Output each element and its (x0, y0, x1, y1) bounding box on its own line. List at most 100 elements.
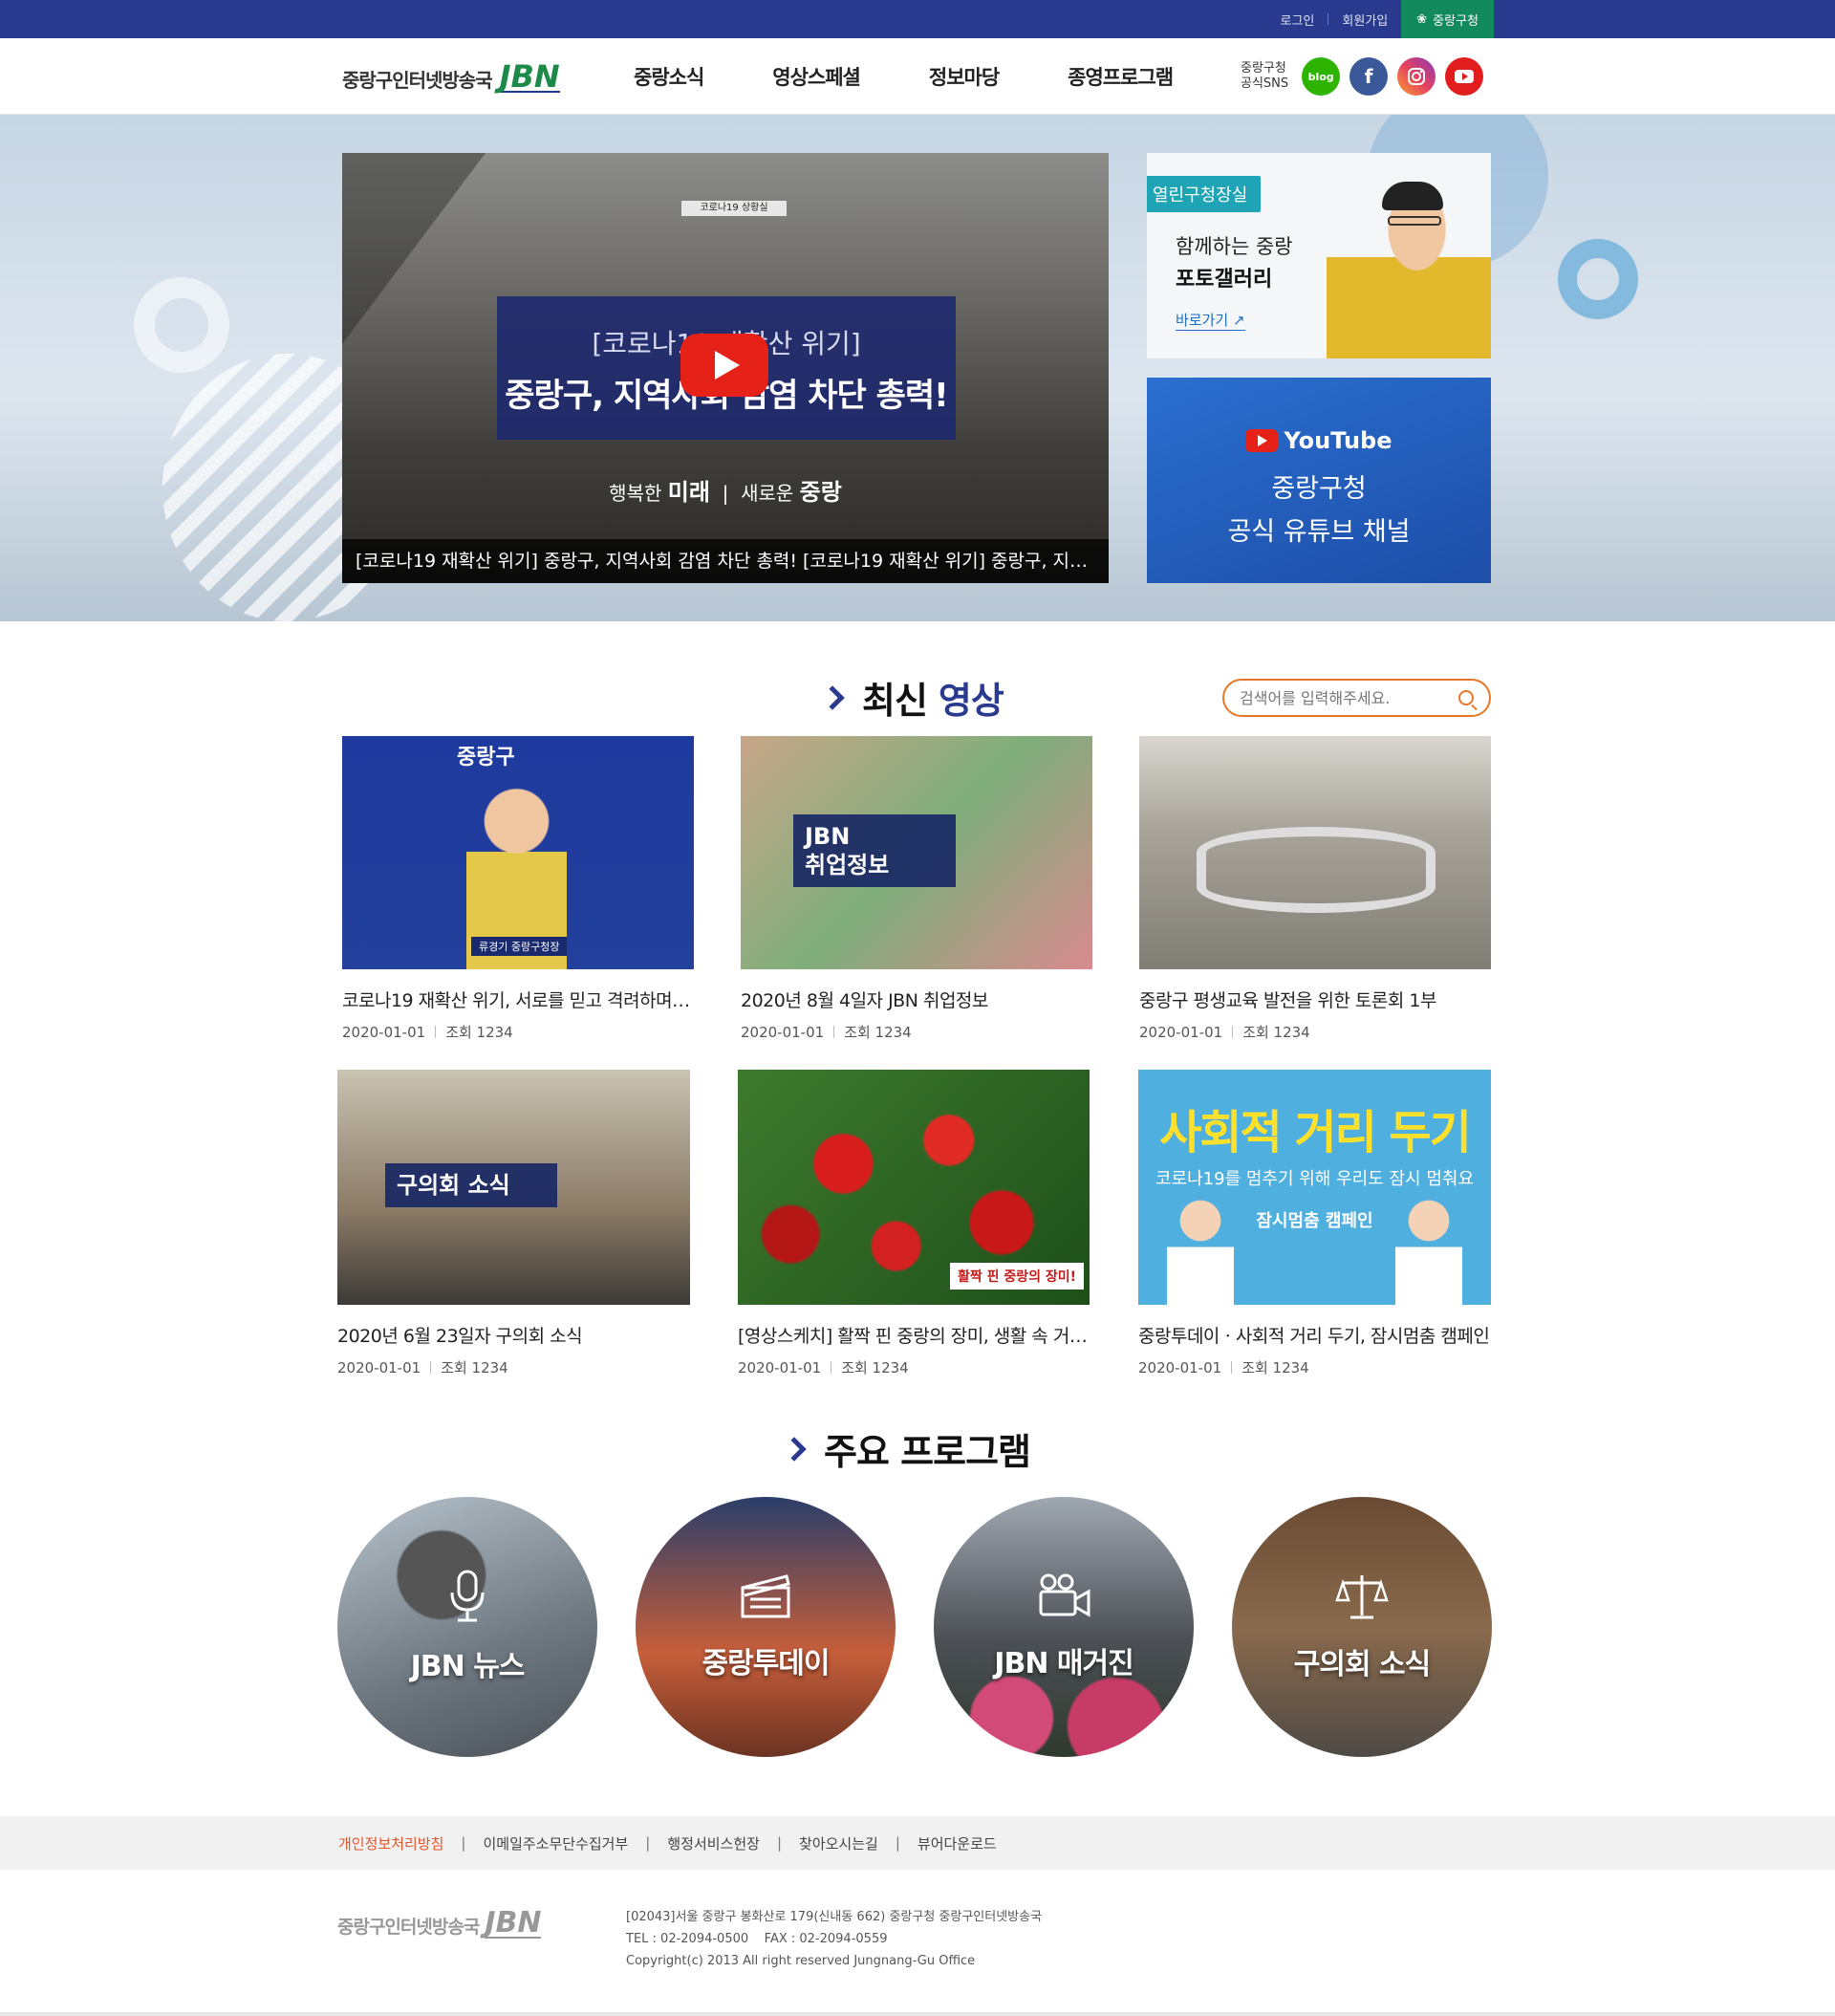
latest-videos-title: 최신 영상 (820, 671, 1004, 724)
thumbnail-overlay: JBN 취업정보 (793, 814, 956, 887)
gallery-line2: 포토갤러리 (1176, 268, 1273, 292)
video-views: 조회 1234 (844, 1024, 912, 1041)
join-link[interactable]: 회원가입 (1342, 11, 1388, 29)
chevron-right-icon (782, 1436, 807, 1462)
email-refusal-link[interactable]: 이메일주소무단수집거부 (483, 1833, 628, 1853)
youtube-wordmark: YouTube (1284, 427, 1392, 454)
facebook-icon[interactable]: f (1349, 57, 1389, 96)
youtube-banner-line2: 공식 유튜브 채널 (1227, 517, 1411, 547)
directions-link[interactable]: 찾아오시는길 (799, 1833, 878, 1853)
sns-links: 중랑구청 공식SNS blog f (1241, 57, 1493, 96)
program-council-news[interactable]: 구의회 소식 (1232, 1497, 1492, 1757)
video-card[interactable]: 중랑구 평생교육 발전을 위한 토론회 1부 2020-01-01 조회 1234 (1139, 736, 1491, 1042)
search-box (1222, 679, 1491, 717)
sns-label-line1: 중랑구청 (1241, 61, 1286, 76)
program-jungnang-today[interactable]: 중랑투데이 (636, 1497, 896, 1757)
photo-detail (1388, 216, 1441, 226)
gallery-go-label: 바로가기 (1176, 312, 1229, 329)
thumbnail-headline: 사회적 거리 두기 (1159, 1106, 1472, 1160)
video-views: 조회 1234 (1241, 1359, 1309, 1377)
search-input[interactable] (1240, 688, 1458, 707)
youtube-channel-banner[interactable]: YouTube 중랑구청 공식 유튜브 채널 (1147, 378, 1491, 583)
thumbnail-subtext: 코로나19를 멈추기 위해 우리도 잠시 멈춰요 (1155, 1169, 1475, 1189)
video-card[interactable]: 활짝 핀 중랑의 장미! [영상스케치] 활짝 핀 중랑의 장미, 생활 속 거… (738, 1070, 1090, 1377)
footer-copyright: Copyright(c) 2013 All right reserved Jun… (626, 1954, 976, 1968)
divider: | (776, 1834, 783, 1852)
program-jbn-magazine[interactable]: JBN 매거진 (934, 1497, 1194, 1757)
video-card-title: 코로나19 재확산 위기, 서로를 믿고 격려하며 이겨냅시다 (342, 990, 694, 1011)
video-card-title: 중랑투데이ㆍ사회적 거리 두기, 잠시멈춤 캠페인 (1138, 1326, 1490, 1347)
video-card-meta: 2020-01-01 조회 1234 (1138, 1357, 1491, 1377)
decor-ring (1558, 239, 1638, 319)
video-slogan: 행복한 미래 | 새로운 중랑 (609, 479, 842, 506)
program-jbn-news[interactable]: JBN 뉴스 (337, 1497, 597, 1757)
divider (435, 1026, 437, 1038)
slogan-word: 새로운 (741, 482, 794, 505)
gallery-tag: 열린구청장실 (1147, 176, 1262, 212)
sns-label: 중랑구청 공식SNS (1241, 61, 1288, 92)
mayor-photo (1327, 174, 1491, 358)
service-charter-link[interactable]: 행정서비스헌장 (667, 1833, 760, 1853)
program-label: JBN 뉴스 (410, 1650, 526, 1683)
video-card-title: 중랑구 평생교육 발전을 위한 토론회 1부 (1139, 990, 1436, 1011)
video-card-meta: 2020-01-01 조회 1234 (738, 1357, 1090, 1377)
nav-video-special[interactable]: 영상스페셜 (772, 62, 861, 91)
program-label: 구의회 소식 (1293, 1648, 1431, 1681)
featured-video-player[interactable]: 코로나19 상황실 [코로나19 재확산 위기] 중랑구, 지역사회 감염 차단… (342, 153, 1109, 583)
video-card[interactable]: 중랑구 류경기 중랑구청장 코로나19 재확산 위기, 서로를 믿고 격려하며 … (342, 736, 694, 1042)
video-card[interactable]: 사회적 거리 두기 코로나19를 멈추기 위해 우리도 잠시 멈춰요 잠시멈춤 … (1138, 1070, 1491, 1377)
video-views: 조회 1234 (841, 1359, 909, 1377)
slogan-word: 중랑 (799, 479, 842, 506)
play-button-icon[interactable] (680, 334, 768, 397)
video-title: [코로나19 재확산 위기] 중랑구, 지역사회 감염 차단 총력! [코로나1… (342, 539, 1109, 583)
section-title-text: 최신 (862, 680, 928, 722)
video-thumbnail: 사회적 거리 두기 코로나19를 멈추기 위해 우리도 잠시 멈춰요 잠시멈춤 … (1138, 1070, 1491, 1305)
nav-ended-programs[interactable]: 종영프로그램 (1068, 62, 1174, 91)
footer-logo-mark: JBN (485, 1906, 542, 1940)
video-card[interactable]: 구의회 소식 2020년 6월 23일자 구의회 소식 2020-01-01 조회… (337, 1070, 690, 1377)
thumbnail-sticker: 활짝 핀 중랑의 장미! (949, 1263, 1084, 1290)
video-thumbnail: 중랑구 류경기 중랑구청장 (342, 736, 694, 969)
video-card-meta: 2020-01-01 조회 1234 (741, 1022, 1092, 1042)
slogan-word: 미래 (667, 479, 710, 506)
nav-news[interactable]: 중랑소식 (634, 62, 704, 91)
youtube-icon[interactable] (1445, 57, 1484, 96)
login-link[interactable]: 로그인 (1281, 11, 1315, 29)
footer-address: [02043]서울 중랑구 봉화산로 179(신내동 662) 중랑구청 중랑구… (626, 1910, 1043, 1924)
office-logo-icon: ❀ (1416, 11, 1428, 27)
sns-label-line2: 공식SNS (1241, 76, 1289, 91)
clapper-icon (739, 1572, 792, 1632)
program-label: 중랑투데이 (702, 1647, 831, 1680)
video-card-title: 2020년 8월 4일자 JBN 취업정보 (741, 990, 988, 1011)
overlay-line2: 취업정보 (805, 852, 890, 878)
search-icon[interactable] (1458, 690, 1474, 705)
photo-gallery-banner[interactable]: 열린구청장실 함께하는 중랑 포토갤러리 바로가기 ↗ (1147, 153, 1491, 358)
video-sign: 코로나19 상황실 (681, 201, 787, 216)
youtube-banner-line1: 중랑구청 (1271, 474, 1367, 504)
gallery-go-link[interactable]: 바로가기 ↗ (1176, 310, 1245, 331)
photo-detail (1382, 182, 1443, 210)
footer-info: [02043]서울 중랑구 봉화산로 179(신내동 662) 중랑구청 중랑구… (626, 1906, 1042, 1972)
thumbnail-figure (1395, 1200, 1462, 1305)
programs-title: 주요 프로그램 (782, 1422, 1031, 1475)
blog-icon[interactable]: blog (1302, 57, 1341, 96)
video-card-meta: 2020-01-01 조회 1234 (1139, 1022, 1491, 1042)
viewer-download-link[interactable]: 뷰어다운로드 (918, 1833, 997, 1853)
nav-info[interactable]: 정보마당 (929, 62, 1000, 91)
site-logo[interactable]: 중랑구인터넷방송국 JBN (342, 61, 560, 93)
instagram-icon[interactable] (1397, 57, 1436, 96)
video-card-title: 2020년 6월 23일자 구의회 소식 (337, 1326, 583, 1347)
jungnang-office-link[interactable]: ❀ 중랑구청 (1401, 0, 1494, 38)
microphone-icon (448, 1570, 486, 1635)
section-title-accent: 영상 (938, 680, 1004, 722)
video-thumbnail: 활짝 핀 중랑의 장미! (738, 1070, 1090, 1305)
video-card[interactable]: JBN 취업정보 2020년 8월 4일자 JBN 취업정보 2020-01-0… (741, 736, 1092, 1042)
thumbnail-overlay: 구의회 소식 (385, 1163, 557, 1207)
decor-ring (134, 277, 229, 373)
footer-logo: 중랑구인터넷방송국 JBN (337, 1906, 542, 1940)
video-date: 2020-01-01 (738, 1358, 822, 1377)
site-footer: 중랑구인터넷방송국 JBN [02043]서울 중랑구 봉화산로 179(신내동… (0, 1870, 1835, 2016)
divider (1231, 1361, 1233, 1374)
youtube-icon (1245, 429, 1279, 452)
privacy-policy-link[interactable]: 개인정보처리방침 (338, 1833, 443, 1853)
